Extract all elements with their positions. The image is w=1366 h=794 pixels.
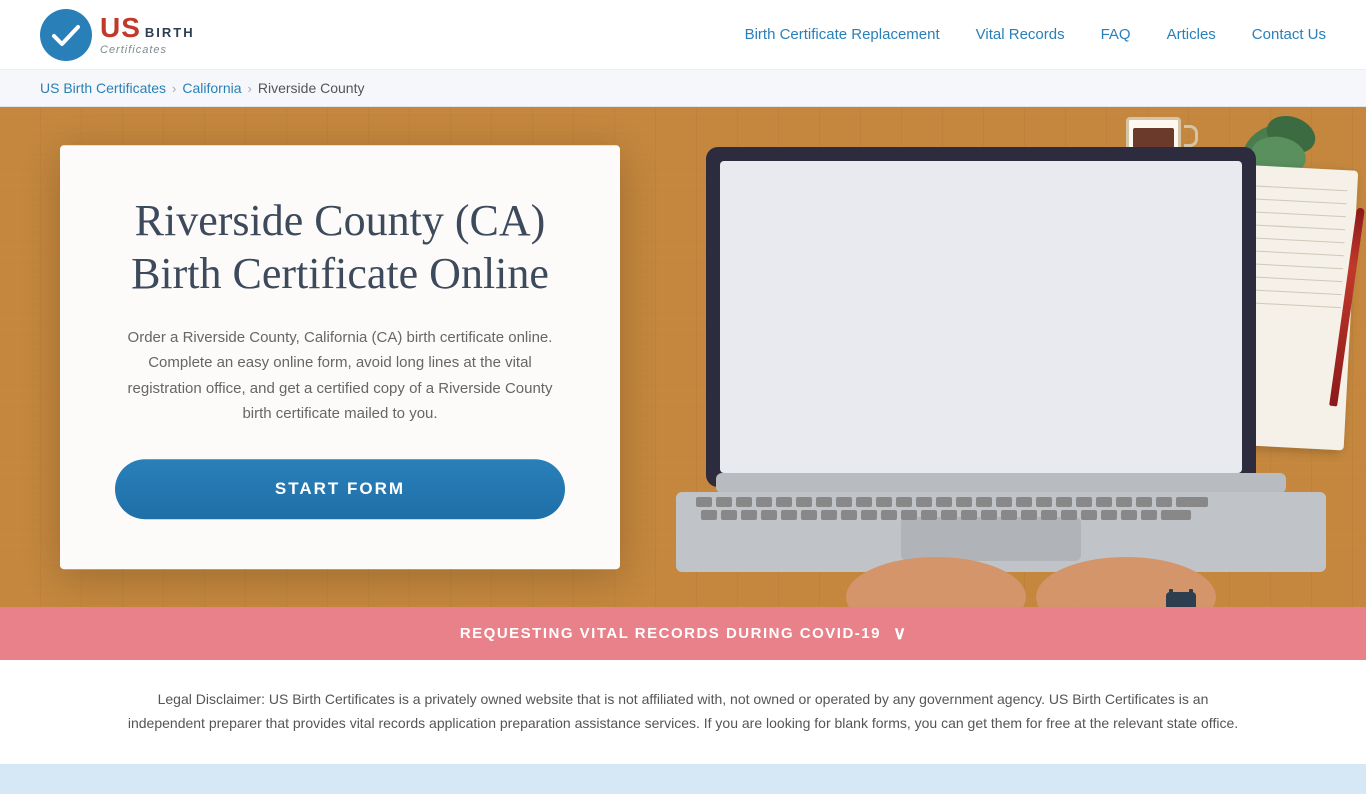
breadcrumb: US Birth Certificates › California › Riv… [0, 70, 1366, 107]
main-nav: Birth Certificate Replacement Vital Reco… [745, 26, 1326, 43]
chevron-down-icon: ∨ [893, 623, 906, 644]
disclaimer-text: Legal Disclaimer: US Birth Certificates … [120, 688, 1246, 736]
nav-faq[interactable]: FAQ [1101, 26, 1131, 43]
hero-section: Riverside County (CA) Birth Certificate … [0, 107, 1366, 607]
laptop-illustration [626, 137, 1306, 597]
disclaimer-section: Legal Disclaimer: US Birth Certificates … [0, 660, 1366, 764]
nav-contact[interactable]: Contact Us [1252, 26, 1326, 43]
nav-vital-records[interactable]: Vital Records [976, 26, 1065, 43]
covid-banner[interactable]: REQUESTING VITAL RECORDS DURING COVID-19… [0, 607, 1366, 660]
covid-banner-text: REQUESTING VITAL RECORDS DURING COVID-19 [460, 625, 881, 642]
logo-certificates-text: Certificates [100, 44, 195, 56]
logo-us-text: US [100, 13, 141, 44]
hero-card: Riverside County (CA) Birth Certificate … [60, 145, 620, 569]
logo[interactable]: US BIRTH Certificates [40, 9, 195, 61]
start-form-button[interactable]: START FORM [115, 459, 565, 519]
breadcrumb-sep1: › [172, 81, 176, 96]
footer-hint [0, 764, 1366, 794]
nav-birth-cert[interactable]: Birth Certificate Replacement [745, 26, 940, 43]
breadcrumb-state[interactable]: California [182, 80, 241, 96]
logo-text: US BIRTH Certificates [100, 13, 195, 56]
logo-birth-text: BIRTH [145, 26, 195, 40]
breadcrumb-home[interactable]: US Birth Certificates [40, 80, 166, 96]
breadcrumb-current: Riverside County [258, 80, 365, 96]
breadcrumb-sep2: › [248, 81, 252, 96]
nav-articles[interactable]: Articles [1167, 26, 1216, 43]
hero-description: Order a Riverside County, California (CA… [115, 325, 565, 427]
hero-title: Riverside County (CA) Birth Certificate … [115, 195, 565, 301]
site-header: US BIRTH Certificates Birth Certificate … [0, 0, 1366, 70]
logo-icon [40, 9, 92, 61]
